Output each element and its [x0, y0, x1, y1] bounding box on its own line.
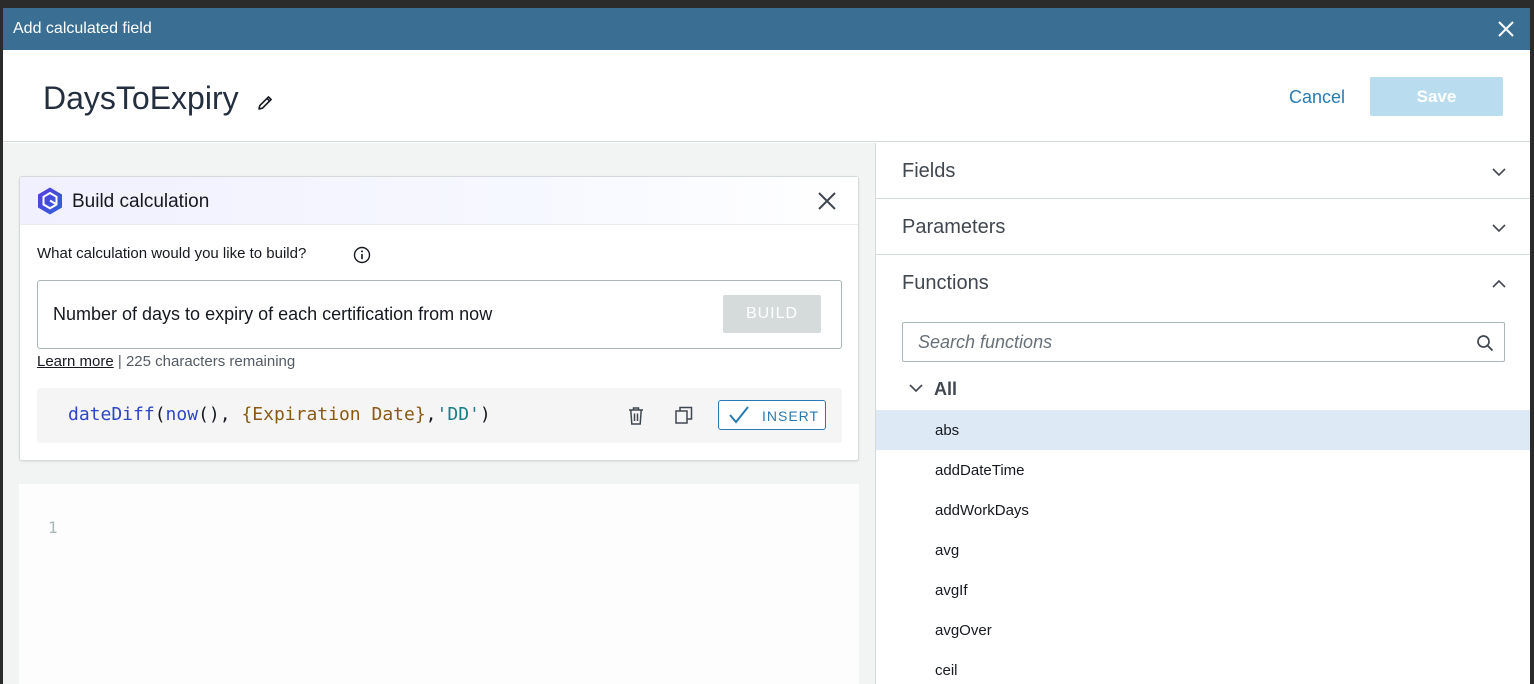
formula-string: 'DD': [436, 404, 480, 425]
function-list-item[interactable]: ceil: [876, 650, 1530, 684]
generated-formula: dateDiff(now(), {Expiration Date},'DD'): [68, 404, 491, 425]
function-name: abs: [935, 422, 960, 439]
formula-field: {Expiration Date}: [241, 404, 426, 425]
fields-section-header[interactable]: Fields: [876, 143, 1530, 199]
search-functions-input[interactable]: [903, 323, 1463, 361]
calculation-pane: Build calculation What calculation would…: [3, 143, 875, 684]
function-group-all[interactable]: All: [876, 369, 1530, 409]
generated-calculation: dateDiff(now(), {Expiration Date},'DD') …: [37, 388, 842, 443]
close-icon[interactable]: [816, 190, 838, 212]
function-list-item[interactable]: abs: [876, 410, 1530, 450]
search-icon[interactable]: [1476, 334, 1494, 352]
function-name: addDateTime: [935, 462, 1025, 479]
build-question-label: What calculation would you like to build…: [37, 245, 307, 262]
trash-icon[interactable]: [627, 406, 645, 426]
field-name-title: DaysToExpiry: [43, 80, 239, 116]
window-top-strip: [0, 0, 1534, 8]
build-panel-title: Build calculation: [72, 191, 210, 212]
formula-paren: (: [154, 404, 166, 425]
dialog-header: DaysToExpiry Cancel Save: [3, 50, 1530, 142]
formula-inner-parens: (): [198, 404, 220, 425]
function-list-item[interactable]: avg: [876, 530, 1530, 570]
reference-pane: Fields Parameters Functions Search funct…: [875, 143, 1530, 684]
check-icon: [729, 406, 749, 424]
pencil-icon[interactable]: [256, 94, 274, 112]
characters-remaining: 225 characters remaining: [125, 353, 296, 370]
chevron-down-icon: [1492, 168, 1506, 177]
dialog-title: Add calculated field: [13, 20, 152, 37]
function-name: addWorkDays: [935, 502, 1029, 519]
function-name: avgIf: [935, 582, 968, 599]
info-icon[interactable]: [353, 246, 371, 264]
save-button[interactable]: Save: [1370, 77, 1503, 116]
function-list: abs addDateTime addWorkDays avg avgIf av…: [876, 410, 1530, 684]
learn-more-link[interactable]: Learn more: [37, 353, 114, 370]
cancel-button[interactable]: Cancel: [1289, 87, 1345, 108]
dialog-titlebar: Add calculated field: [3, 8, 1530, 50]
insert-label: INSERT: [762, 408, 820, 424]
search-functions-field: [902, 322, 1505, 362]
function-list-item[interactable]: avgOver: [876, 610, 1530, 650]
function-name: avgOver: [935, 622, 992, 639]
formula-editor[interactable]: 1: [19, 484, 859, 684]
chevron-up-icon: [1492, 279, 1506, 288]
chevron-down-icon: [909, 384, 923, 393]
add-calculated-field-dialog: Add calculated field DaysToExpiry Cancel…: [3, 8, 1530, 684]
prompt-footer: Learn more | 225 characters remaining: [37, 353, 295, 370]
chevron-down-icon: [1492, 224, 1506, 233]
function-name: avg: [935, 542, 960, 559]
function-list-item[interactable]: avgIf: [876, 570, 1530, 610]
functions-section-header[interactable]: Functions: [876, 255, 1530, 311]
line-number: 1: [48, 518, 58, 537]
build-calculation-panel: Build calculation What calculation would…: [19, 176, 859, 461]
build-panel-header: Build calculation: [20, 177, 858, 225]
functions-section-label: Functions: [902, 272, 989, 294]
fields-section-label: Fields: [902, 160, 956, 182]
parameters-section-header[interactable]: Parameters: [876, 199, 1530, 255]
formula-function: dateDiff: [68, 404, 155, 425]
insert-button[interactable]: INSERT: [718, 400, 826, 430]
formula-comma: ,: [219, 404, 242, 425]
separator: |: [117, 353, 122, 370]
formula-comma: ,: [425, 404, 437, 425]
function-name: ceil: [935, 662, 958, 679]
parameters-section-label: Parameters: [902, 216, 1006, 238]
calculation-prompt-input[interactable]: Number of days to expiry of each certifi…: [37, 280, 842, 349]
ai-hexagon-logo-icon: [38, 187, 62, 215]
build-button[interactable]: BUILD: [723, 295, 821, 333]
formula-inner-function: now: [165, 404, 199, 425]
close-icon[interactable]: [1496, 19, 1516, 39]
function-list-item[interactable]: addWorkDays: [876, 490, 1530, 530]
copy-icon[interactable]: [674, 405, 694, 425]
function-group-label: All: [934, 379, 958, 399]
calculation-prompt-text: Number of days to expiry of each certifi…: [53, 304, 493, 324]
formula-close-paren: ): [479, 404, 491, 425]
function-list-item[interactable]: addDateTime: [876, 450, 1530, 490]
